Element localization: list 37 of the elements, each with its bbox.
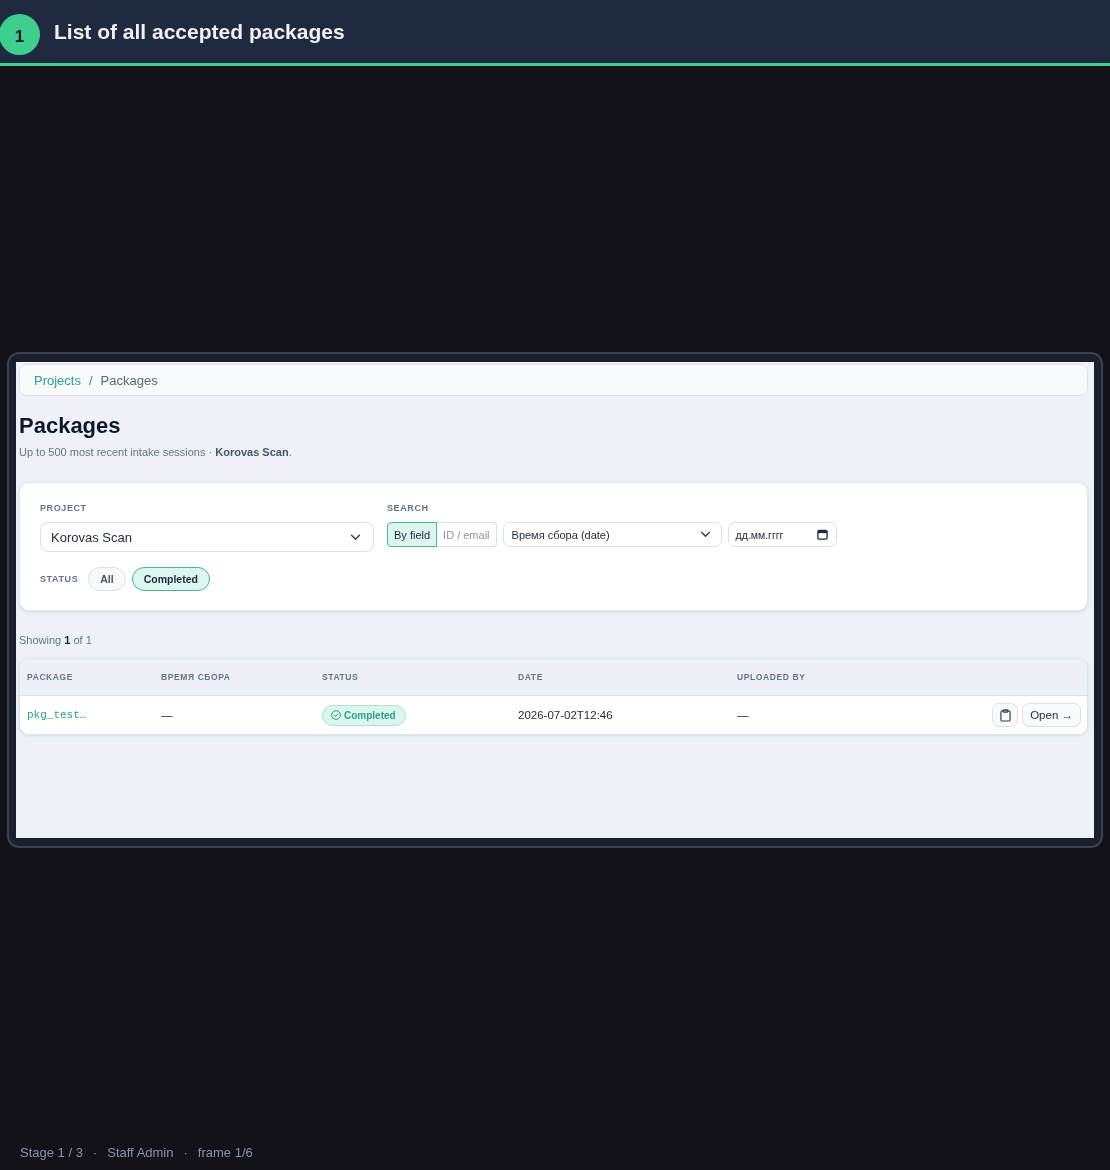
- table-cell: 2026-07-02T12:46: [518, 709, 613, 721]
- column-header: PACKAGE: [27, 672, 74, 682]
- footer-text: frame 1/6: [197, 1145, 253, 1161]
- calendar-icon: [816, 529, 828, 540]
- status-label: Completed: [344, 709, 396, 721]
- page-title: Packages: [19, 412, 122, 440]
- column-header: DATE: [518, 672, 543, 682]
- column-header: UPLOADED BY: [737, 672, 806, 682]
- status-filter-chip[interactable]: All: [88, 567, 126, 591]
- field-label: SEARCH: [387, 502, 430, 514]
- open-button[interactable]: Open →: [1022, 703, 1081, 727]
- check-circle-icon: [331, 710, 341, 720]
- table-cell: —: [161, 709, 173, 721]
- chevron-down-icon: [699, 531, 711, 538]
- breadcrumb-separator: /: [88, 372, 93, 388]
- field-label: PROJECT: [40, 502, 88, 514]
- column-header: ВРЕМЯ СБОРА: [161, 672, 231, 682]
- footer-separator: ·: [92, 1145, 98, 1161]
- footer-separator: ·: [183, 1145, 188, 1161]
- footer-text: Staff Admin: [107, 1145, 174, 1161]
- step-badge: 1: [0, 13, 40, 55]
- column-header: STATUS: [322, 672, 359, 682]
- footer-text: Stage 1 / 3: [20, 1145, 83, 1161]
- clipboard-icon: [999, 708, 1011, 722]
- search-field-select[interactable]: Время сбора (date): [502, 522, 722, 547]
- status-filter-chip[interactable]: Completed: [131, 567, 210, 591]
- search-mode-tab[interactable]: By field: [387, 522, 438, 547]
- copy-button[interactable]: [992, 703, 1019, 727]
- page-subtitle: Up to 500 most recent intake sessions · Korovas Scan.: [19, 445, 293, 460]
- breadcrumb-current: Packages: [100, 372, 158, 388]
- date-field[interactable]: дд.мм.гггг: [727, 522, 837, 547]
- results-count: Showing 1 of 1: [19, 633, 93, 647]
- field-label: STATUS: [40, 573, 79, 585]
- table-cell: —: [737, 709, 749, 721]
- chevron-down-icon: [350, 533, 361, 541]
- project-select[interactable]: Korovas Scan: [40, 522, 374, 552]
- header-title: List of all accepted packages: [54, 19, 345, 44]
